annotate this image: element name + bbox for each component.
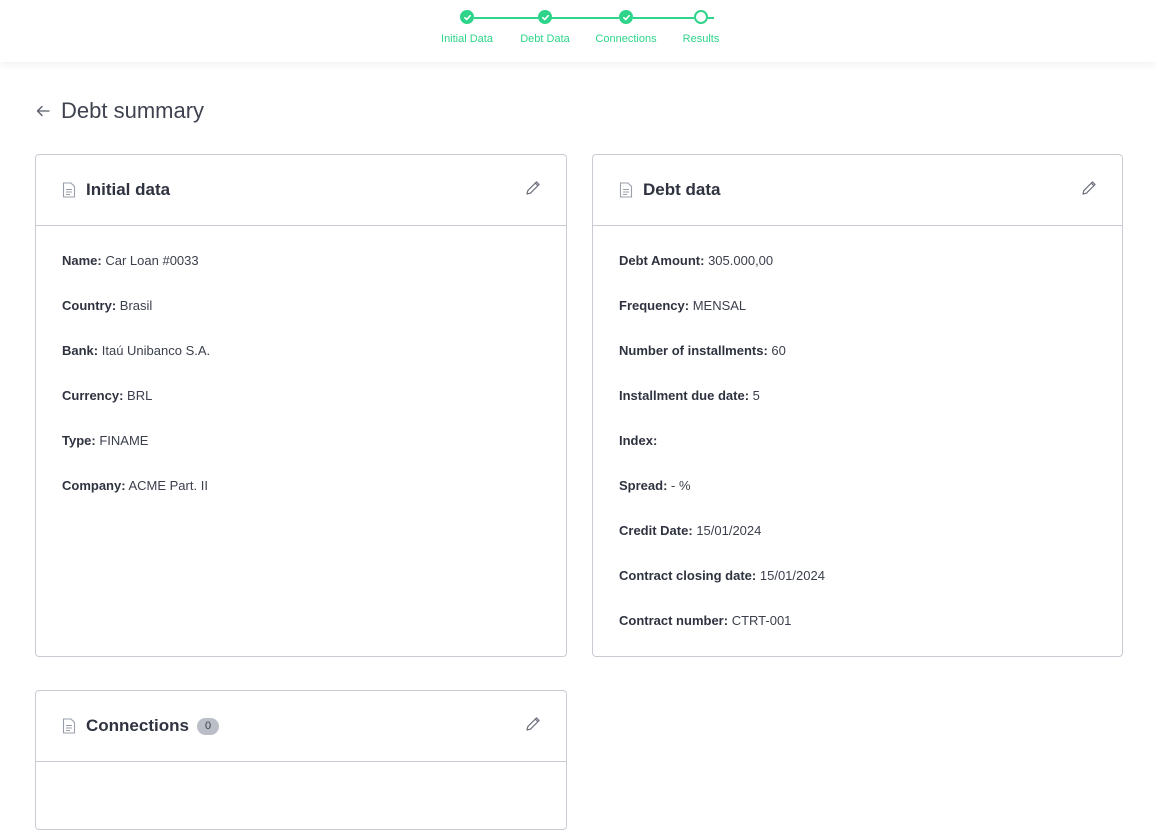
- step-label-initial-data[interactable]: Initial Data: [441, 33, 493, 45]
- page-title: Debt summary: [61, 98, 205, 123]
- field-contract-number: Contract number: CTRT-001: [619, 612, 1096, 657]
- field-value: - %: [671, 478, 691, 493]
- field-index: Index:: [619, 432, 1096, 477]
- step-label-debt-data[interactable]: Debt Data: [520, 33, 570, 45]
- field-label: Index:: [619, 433, 658, 448]
- field-value: 15/01/2024: [696, 523, 762, 538]
- connections-count-badge: 0: [196, 717, 220, 735]
- pencil-icon[interactable]: [1080, 179, 1098, 197]
- field-label: Type:: [62, 433, 96, 448]
- step-initial-data-check-icon[interactable]: [460, 10, 474, 24]
- field-label: Name:: [62, 253, 102, 268]
- document-icon: [619, 182, 633, 198]
- field-value: MENSAL: [692, 298, 747, 313]
- field-currency: Currency: BRL: [62, 387, 540, 432]
- field-label: Installment due date:: [619, 388, 750, 403]
- card-title: Initial data: [86, 180, 171, 199]
- step-connector: [551, 17, 619, 19]
- field-value: 5: [752, 388, 760, 403]
- field-company: Company: ACME Part. II: [62, 477, 540, 522]
- card-header: Connections 0: [36, 691, 566, 762]
- step-label-connections[interactable]: Connections: [595, 33, 656, 45]
- field-label: Frequency:: [619, 298, 690, 313]
- field-value: BRL: [127, 388, 153, 403]
- card-header: Debt data: [593, 155, 1122, 226]
- step-label-results[interactable]: Results: [683, 33, 720, 45]
- field-label: Debt Amount:: [619, 253, 705, 268]
- field-bank: Bank: Itaú Unibanco S.A.: [62, 342, 540, 387]
- document-icon: [62, 718, 76, 734]
- field-installment-due-date: Installment due date: 5: [619, 387, 1096, 432]
- field-label: Bank:: [62, 343, 99, 358]
- field-credit-date: Credit Date: 15/01/2024: [619, 522, 1096, 567]
- field-label: Currency:: [62, 388, 124, 403]
- field-value: 15/01/2024: [759, 568, 825, 583]
- field-label: Company:: [62, 478, 126, 493]
- card-title: Debt data: [643, 180, 721, 199]
- pencil-icon[interactable]: [524, 715, 542, 733]
- initial-data-card: Initial data Name: Car Loan #0033 Countr…: [35, 154, 567, 657]
- field-country: Country: Brasil: [62, 297, 540, 342]
- pencil-icon[interactable]: [524, 179, 542, 197]
- field-value: ACME Part. II: [128, 478, 208, 493]
- step-connector: [474, 17, 538, 19]
- field-label: Number of installments:: [619, 343, 768, 358]
- field-number-of-installments: Number of installments: 60: [619, 342, 1096, 387]
- field-debt-amount: Debt Amount: 305.000,00: [619, 252, 1096, 297]
- card-body: Debt Amount: 305.000,00 Frequency: MENSA…: [593, 226, 1122, 657]
- field-value: 305.000,00: [708, 253, 774, 268]
- field-value: FINAME: [99, 433, 149, 448]
- field-type: Type: FINAME: [62, 432, 540, 477]
- field-label: Contract number:: [619, 613, 729, 628]
- progress-stepper: Initial Data Debt Data Connections Resul…: [0, 0, 1156, 62]
- field-spread: Spread: - %: [619, 477, 1096, 522]
- field-value: Car Loan #0033: [105, 253, 199, 268]
- field-value: 60: [771, 343, 786, 358]
- page-header: Debt summary: [35, 96, 204, 126]
- field-frequency: Frequency: MENSAL: [619, 297, 1096, 342]
- card-header: Initial data: [36, 155, 566, 226]
- field-label: Country:: [62, 298, 117, 313]
- document-icon: [62, 182, 76, 198]
- step-debt-data-check-icon[interactable]: [538, 10, 552, 24]
- step-connector: [633, 17, 694, 19]
- arrow-left-icon[interactable]: [35, 103, 51, 119]
- field-value: CTRT-001: [731, 613, 792, 628]
- step-connector: [708, 17, 714, 19]
- field-label: Spread:: [619, 478, 668, 493]
- field-label: Credit Date:: [619, 523, 693, 538]
- step-connections-check-icon[interactable]: [619, 10, 633, 24]
- field-value: Brasil: [119, 298, 153, 313]
- card-title: Connections: [86, 716, 189, 735]
- connections-card: Connections 0: [35, 690, 567, 830]
- field-name: Name: Car Loan #0033: [62, 252, 540, 297]
- field-value: Itaú Unibanco S.A.: [101, 343, 211, 358]
- field-contract-closing-date: Contract closing date: 15/01/2024: [619, 567, 1096, 612]
- card-body: Name: Car Loan #0033 Country: Brasil Ban…: [36, 226, 566, 522]
- field-label: Contract closing date:: [619, 568, 757, 583]
- debt-data-card: Debt data Debt Amount: 305.000,00 Freque…: [592, 154, 1123, 657]
- step-results-current-icon[interactable]: [694, 10, 708, 24]
